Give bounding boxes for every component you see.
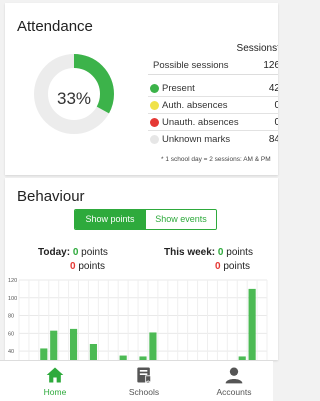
week-positive-value: 0 <box>217 247 224 258</box>
show-events-button[interactable]: Show events <box>145 210 216 229</box>
bar-4 <box>50 330 58 360</box>
possible-sessions-row: Possible sessions 126 <box>148 58 278 75</box>
bar-8 <box>89 344 97 360</box>
possible-sessions-value: 126 <box>263 60 278 71</box>
auth-absences-row: Auth. absences 0 <box>148 98 278 114</box>
week-positive: This week: 0 points <box>164 247 253 258</box>
today-positive-unit: points <box>81 247 108 258</box>
unauth-absences-value: 0 <box>274 117 278 128</box>
nav-accounts-label: Accounts <box>216 387 252 397</box>
unknown-marks-dot-icon <box>150 135 159 144</box>
bar-14 <box>149 332 157 360</box>
show-points-button[interactable]: Show points <box>75 210 145 229</box>
y-tick-label: 120 <box>8 278 17 284</box>
today-negative-value: 0 <box>70 261 76 272</box>
behaviour-bar-chart: 40 60 80 100 120 <box>8 278 268 360</box>
y-tick-label: 100 <box>8 296 17 302</box>
week-negative: 0 points <box>215 261 250 272</box>
possible-sessions-label: Possible sessions <box>153 60 229 71</box>
home-icon <box>46 367 64 383</box>
today-label: Today: <box>38 247 71 258</box>
behaviour-title: Behaviour <box>17 188 85 205</box>
behaviour-card: Behaviour Show points Show events Today:… <box>5 178 278 360</box>
bar-24 <box>248 288 256 360</box>
nav-home-label: Home <box>43 387 67 397</box>
today-positive-value: 0 <box>72 247 79 258</box>
unauth-absences-dot-icon <box>150 118 159 127</box>
nav-schools[interactable]: Schools <box>104 361 184 401</box>
sessions-header: Sessions* <box>236 43 278 54</box>
present-row: Present 42 <box>148 81 278 97</box>
auth-absences-label: Auth. absences <box>162 100 228 111</box>
week-label: This week: <box>164 247 216 258</box>
bar-3 <box>40 348 48 360</box>
week-positive-unit: points <box>226 247 253 258</box>
today-negative-unit: points <box>78 261 106 272</box>
present-value: 42 <box>268 83 278 94</box>
unauth-absences-row: Unauth. absences 0 <box>148 115 278 131</box>
present-dot-icon <box>150 84 159 93</box>
today-positive: Today: 0 points <box>38 247 108 258</box>
present-label: Present <box>162 83 195 94</box>
account-icon <box>225 367 243 384</box>
attendance-card: Attendance 33% Sessions* Possible sessio… <box>5 3 278 175</box>
week-negative-unit: points <box>223 261 251 272</box>
today-negative: 0 points <box>70 261 105 272</box>
unknown-marks-label: Unknown marks <box>162 134 231 145</box>
attendance-percent: 33% <box>56 89 92 108</box>
nav-schools-label: Schools <box>128 387 160 397</box>
bar-6 <box>69 328 78 360</box>
nav-home[interactable]: Home <box>15 361 95 401</box>
unknown-marks-value: 84 <box>268 134 278 145</box>
unknown-marks-row: Unknown marks 84 <box>148 132 278 147</box>
points-events-toggle: Show points Show events <box>74 209 217 230</box>
nav-accounts[interactable]: Accounts <box>194 361 274 401</box>
week-negative-value: 0 <box>215 261 221 272</box>
bottom-navigation: Home Schools Accounts <box>0 360 273 401</box>
auth-absences-dot-icon <box>150 101 159 110</box>
schools-icon <box>137 367 152 384</box>
unauth-absences-label: Unauth. absences <box>162 117 239 128</box>
y-tick-label: 80 <box>8 314 14 320</box>
y-tick-label: 40 <box>8 349 14 355</box>
sessions-footnote: * 1 school day = 2 sessions: AM & PM <box>161 156 271 163</box>
auth-absences-value: 0 <box>274 100 278 111</box>
attendance-title: Attendance <box>17 18 93 35</box>
y-tick-label: 60 <box>8 331 14 337</box>
